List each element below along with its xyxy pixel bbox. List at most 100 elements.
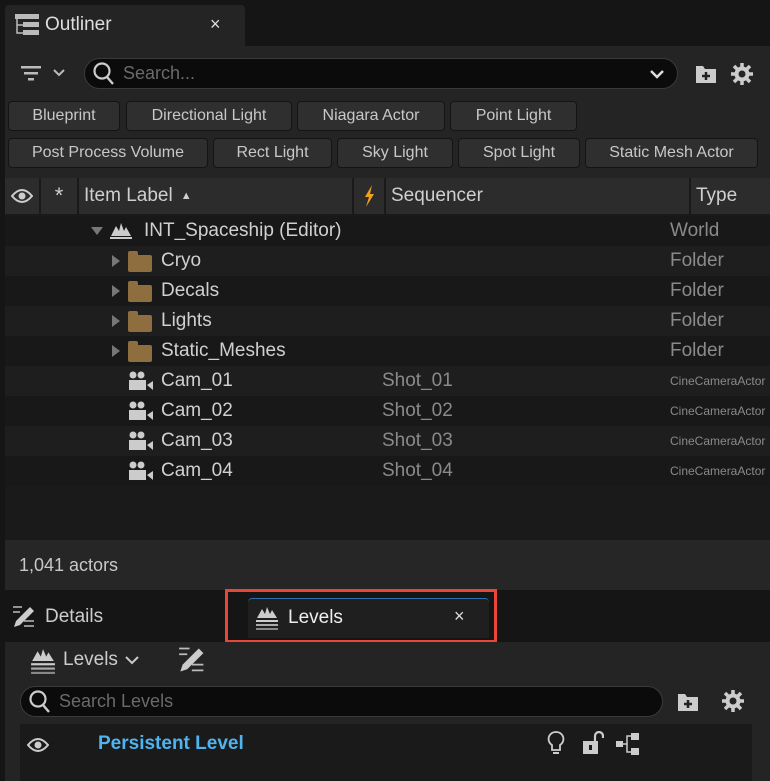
row-sequencer: Shot_01 (382, 370, 453, 391)
status-bar: 1,041 actors (5, 540, 770, 590)
tree-row-camera[interactable]: Cam_04 Shot_04 CineCameraActor (5, 456, 770, 486)
row-sequencer: Shot_04 (382, 460, 453, 481)
tree-row-camera[interactable]: Cam_01 Shot_01 CineCameraActor (5, 366, 770, 396)
filter-point-light[interactable]: Point Light (450, 101, 577, 131)
row-label: Static_Meshes (161, 340, 286, 361)
outliner-tab-title: Outliner (45, 14, 112, 35)
row-type: World (670, 220, 720, 241)
chevron-down-icon[interactable] (649, 69, 665, 79)
expand-arrow-icon[interactable] (112, 255, 120, 267)
search-input[interactable] (123, 63, 649, 84)
filter-rect-light[interactable]: Rect Light (213, 138, 332, 168)
gear-icon[interactable] (721, 689, 745, 713)
row-label: Decals (161, 280, 220, 301)
level-icon (110, 223, 132, 239)
expand-arrow-icon[interactable] (112, 315, 120, 327)
expand-arrow-icon[interactable] (112, 345, 120, 357)
outliner-tree: INT_Spaceship (Editor) World Cryo Folder… (5, 214, 770, 540)
expand-arrow-icon[interactable] (112, 285, 120, 297)
sequencer-header: Sequencer (391, 185, 483, 206)
row-label: Cryo (161, 250, 202, 271)
row-label: Cam_03 (161, 430, 233, 451)
tree-row-folder[interactable]: Lights Folder (5, 306, 770, 336)
filter-sky-light[interactable]: Sky Light (337, 138, 453, 168)
outliner-icon (15, 14, 39, 35)
visibility-column[interactable] (5, 178, 41, 214)
levels-search-input[interactable] (59, 691, 662, 712)
lightning-icon (365, 185, 374, 207)
tree-row-folder[interactable]: Decals Folder (5, 276, 770, 306)
folder-icon (128, 311, 152, 332)
sort-ascending-icon: ▲ (180, 190, 192, 202)
row-type: Folder (670, 310, 724, 331)
add-folder-icon[interactable] (695, 62, 717, 84)
add-level-icon[interactable] (677, 690, 699, 712)
filter-directional-light[interactable]: Directional Light (126, 101, 292, 131)
level-details-icon[interactable] (178, 646, 208, 674)
filter-static-mesh-actor[interactable]: Static Mesh Actor (585, 138, 758, 168)
row-type: Folder (670, 280, 724, 301)
filter-blueprint[interactable]: Blueprint (8, 101, 120, 131)
outliner-tab[interactable]: Outliner × (5, 5, 245, 46)
camera-icon (129, 401, 153, 420)
collapse-arrow-icon[interactable] (91, 227, 103, 235)
details-icon (13, 606, 34, 627)
search-icon (93, 61, 114, 85)
row-label: INT_Spaceship (Editor) (144, 220, 342, 241)
folder-icon (128, 281, 152, 302)
filter-icon[interactable] (20, 64, 68, 84)
chevron-down-icon (125, 656, 139, 665)
item-label-column[interactable]: Item Label ▲ (79, 178, 354, 214)
row-type: CineCameraActor (670, 404, 766, 418)
search-icon (29, 689, 50, 713)
gear-icon[interactable] (730, 62, 754, 86)
levels-dropdown-label: Levels (63, 649, 118, 670)
item-label-header: Item Label (84, 185, 173, 206)
tree-row-world[interactable]: INT_Spaceship (Editor) World (5, 216, 770, 246)
column-header: * Item Label ▲ Sequencer Type (5, 178, 770, 214)
eye-icon (11, 189, 33, 203)
tree-row-camera[interactable]: Cam_03 Shot_03 CineCameraActor (5, 426, 770, 456)
row-label: Cam_01 (161, 370, 233, 391)
close-icon[interactable]: × (210, 14, 221, 35)
camera-icon (129, 371, 153, 390)
level-row-persistent[interactable]: Persistent Level (20, 724, 752, 781)
row-type: CineCameraActor (670, 434, 766, 448)
row-type: Folder (670, 340, 724, 361)
details-tab[interactable]: Details (10, 598, 210, 638)
filter-spot-light[interactable]: Spot Light (458, 138, 580, 168)
levels-icon (31, 649, 55, 674)
levels-search[interactable] (20, 686, 663, 717)
eye-icon[interactable] (27, 737, 49, 753)
type-column[interactable]: Type (691, 178, 770, 214)
row-sequencer: Shot_02 (382, 400, 453, 421)
row-label: Cam_02 (161, 400, 233, 421)
sequencer-column[interactable]: Sequencer (386, 178, 691, 214)
folder-icon (128, 251, 152, 272)
row-type: Folder (670, 250, 724, 271)
levels-dropdown[interactable]: Levels (30, 645, 145, 675)
row-label: Cam_04 (161, 460, 233, 481)
row-type: CineCameraActor (670, 374, 766, 388)
row-type: CineCameraActor (670, 464, 766, 478)
pinned-column[interactable]: * (41, 178, 79, 214)
outliner-search[interactable] (84, 58, 678, 89)
folder-icon (128, 341, 152, 362)
type-header: Type (696, 185, 738, 206)
persistent-level-label: Persistent Level (98, 733, 244, 754)
highlight-box (225, 589, 497, 643)
camera-icon (129, 461, 153, 480)
lightning-column[interactable] (354, 178, 386, 214)
lightbulb-icon[interactable] (547, 731, 565, 757)
tree-row-folder[interactable]: Static_Meshes Folder (5, 336, 770, 366)
actor-count: 1,041 actors (19, 555, 119, 575)
filter-niagara-actor[interactable]: Niagara Actor (297, 101, 445, 131)
hierarchy-icon[interactable] (615, 732, 641, 756)
filter-post-process-volume[interactable]: Post Process Volume (8, 138, 208, 168)
tree-row-camera[interactable]: Cam_02 Shot_02 CineCameraActor (5, 396, 770, 426)
camera-icon (129, 431, 153, 450)
row-label: Lights (161, 310, 212, 331)
tree-row-folder[interactable]: Cryo Folder (5, 246, 770, 276)
details-tab-label: Details (45, 606, 104, 627)
unlock-icon[interactable] (582, 731, 604, 755)
